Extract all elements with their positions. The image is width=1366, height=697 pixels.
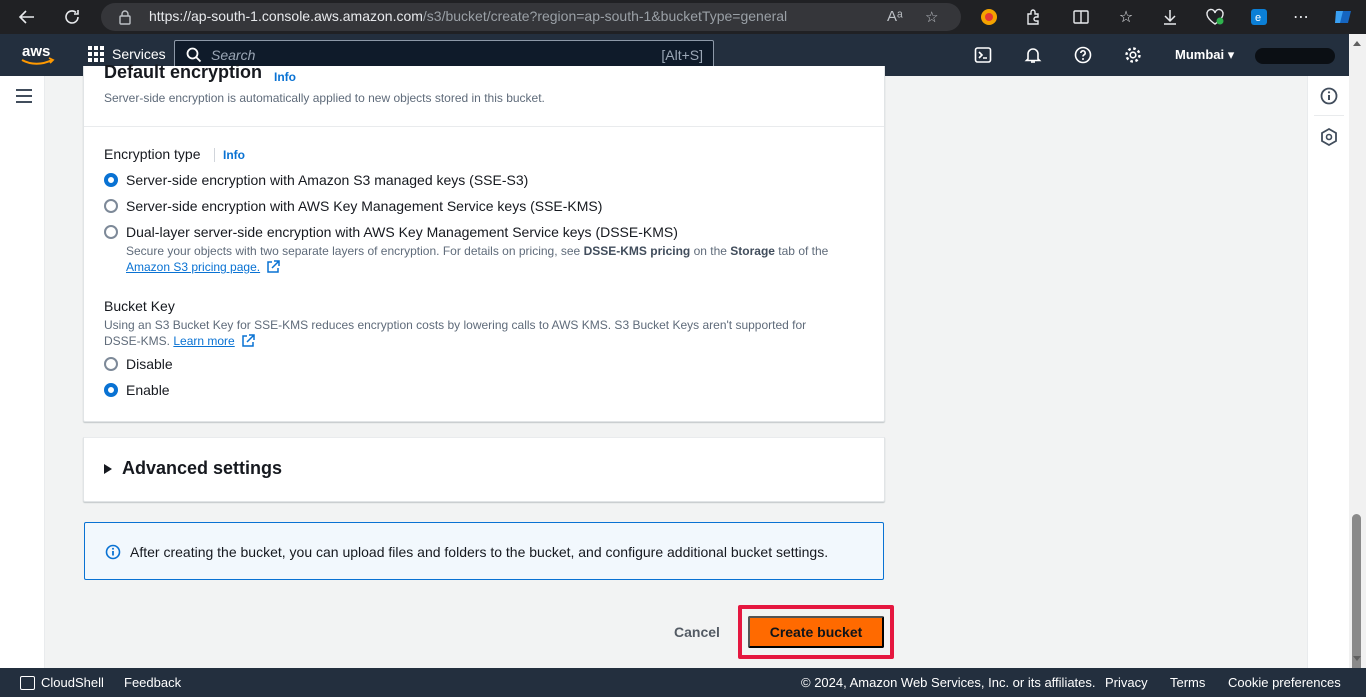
advanced-settings-panel: Advanced settings	[83, 437, 885, 502]
radio-label: Server-side encryption with Amazon S3 ma…	[126, 172, 529, 188]
radio-bucket-key-disable[interactable]: Disable	[104, 356, 173, 372]
encryption-type-label: Encryption type	[104, 146, 201, 162]
cloudshell-icon[interactable]	[971, 43, 995, 67]
radio-sse-kms[interactable]: Server-side encryption with AWS Key Mana…	[104, 198, 602, 214]
cloudshell-link[interactable]: CloudShell	[41, 675, 104, 690]
default-encryption-heading: Default encryption	[104, 62, 263, 82]
services-grid-icon	[88, 46, 104, 62]
back-arrow-icon[interactable]	[12, 2, 42, 32]
svg-text:e: e	[1255, 12, 1261, 24]
menu-hamburger-icon[interactable]	[16, 89, 32, 103]
info-icon	[105, 544, 121, 560]
side-navigation-rail	[0, 76, 45, 668]
more-options-icon[interactable]: ⋯	[1288, 4, 1314, 30]
address-bar[interactable]: https://ap-south-1.console.aws.amazon.co…	[101, 3, 961, 31]
services-menu-button[interactable]: Services	[88, 46, 166, 62]
favorites-icon[interactable]: ☆	[1113, 4, 1139, 30]
cloudshell-icon	[20, 676, 35, 690]
terms-link[interactable]: Terms	[1170, 675, 1205, 690]
default-encryption-panel: Default encryption Info Server-side encr…	[83, 62, 885, 422]
radio-bucket-key-enable[interactable]: Enable	[104, 382, 170, 398]
dsse-kms-help-text: Secure your objects with two separate la…	[126, 244, 829, 274]
console-footer: CloudShell Feedback © 2024, Amazon Web S…	[0, 668, 1366, 697]
region-selector[interactable]: Mumbai ▾	[1175, 47, 1234, 63]
radio-button[interactable]	[104, 225, 118, 239]
browser-essentials-icon[interactable]	[1202, 4, 1228, 30]
encryption-type-info-link[interactable]: Info	[214, 148, 245, 162]
external-link-icon	[267, 260, 281, 273]
radio-dsse-kms[interactable]: Dual-layer server-side encryption with A…	[104, 224, 678, 240]
edge-icon[interactable]: e	[1246, 4, 1272, 30]
tools-rail	[1307, 76, 1349, 668]
amazon-q-icon[interactable]	[1319, 127, 1339, 147]
radio-sse-s3[interactable]: Server-side encryption with Amazon S3 ma…	[104, 172, 528, 188]
advanced-settings-label: Advanced settings	[122, 458, 283, 478]
services-label: Services	[112, 46, 166, 62]
search-shortcut: [Alt+S]	[661, 47, 703, 63]
divider	[84, 126, 884, 127]
default-encryption-info-link[interactable]: Info	[274, 70, 296, 84]
feedback-link[interactable]: Feedback	[124, 675, 181, 690]
extensions-puzzle-icon[interactable]	[1021, 4, 1047, 30]
info-alert: After creating the bucket, you can uploa…	[84, 522, 884, 580]
scroll-down-arrow-icon[interactable]	[1353, 656, 1361, 661]
url-text: https://ap-south-1.console.aws.amazon.co…	[149, 8, 788, 24]
scrollbar-thumb[interactable]	[1352, 514, 1361, 674]
account-menu[interactable]	[1255, 48, 1335, 64]
read-aloud-icon[interactable]: Aᵃ	[887, 8, 903, 25]
bucket-key-label: Bucket Key	[104, 298, 175, 314]
radio-button[interactable]	[104, 383, 118, 397]
split-screen-icon[interactable]	[1068, 4, 1094, 30]
s3-pricing-page-link[interactable]: Amazon S3 pricing page.	[126, 260, 260, 274]
radio-button[interactable]	[104, 173, 118, 187]
cancel-button[interactable]: Cancel	[668, 622, 726, 642]
caret-right-icon	[104, 463, 112, 474]
help-icon[interactable]	[1071, 43, 1095, 67]
downloads-icon[interactable]	[1157, 4, 1183, 30]
create-bucket-button[interactable]: Create bucket	[748, 616, 884, 648]
privacy-link[interactable]: Privacy	[1105, 675, 1148, 690]
copyright-text: © 2024, Amazon Web Services, Inc. or its…	[801, 675, 1096, 690]
search-placeholder: Search	[211, 47, 256, 63]
external-link-icon	[242, 334, 255, 347]
scroll-up-arrow-icon[interactable]	[1353, 41, 1361, 46]
favorite-star-icon[interactable]: ☆	[925, 8, 938, 26]
radio-label: Disable	[126, 356, 173, 372]
search-icon	[186, 47, 202, 63]
radio-label: Enable	[126, 382, 170, 398]
profile-extension-icon[interactable]	[976, 4, 1002, 30]
cookie-preferences-link[interactable]: Cookie preferences	[1228, 675, 1341, 690]
reload-icon[interactable]	[57, 2, 87, 32]
copilot-icon[interactable]	[1330, 4, 1356, 30]
notifications-bell-icon[interactable]	[1021, 43, 1045, 67]
aws-logo[interactable]: aws	[16, 42, 60, 68]
settings-gear-icon[interactable]	[1121, 43, 1145, 67]
info-alert-text: After creating the bucket, you can uploa…	[130, 544, 829, 560]
lock-icon	[119, 10, 131, 25]
default-encryption-description: Server-side encryption is automatically …	[104, 91, 545, 105]
radio-button[interactable]	[104, 357, 118, 371]
info-panel-icon[interactable]	[1319, 86, 1339, 106]
radio-button[interactable]	[104, 199, 118, 213]
bucket-key-help-text: Using an S3 Bucket Key for SSE-KMS reduc…	[104, 318, 807, 348]
page-scrollbar[interactable]	[1349, 34, 1366, 674]
radio-label: Server-side encryption with AWS Key Mana…	[126, 198, 603, 214]
svg-text:aws: aws	[22, 43, 50, 60]
browser-toolbar: https://ap-south-1.console.aws.amazon.co…	[0, 0, 1366, 34]
radio-label: Dual-layer server-side encryption with A…	[126, 224, 678, 240]
advanced-settings-toggle[interactable]: Advanced settings	[104, 458, 282, 479]
learn-more-link[interactable]: Learn more	[173, 334, 234, 348]
